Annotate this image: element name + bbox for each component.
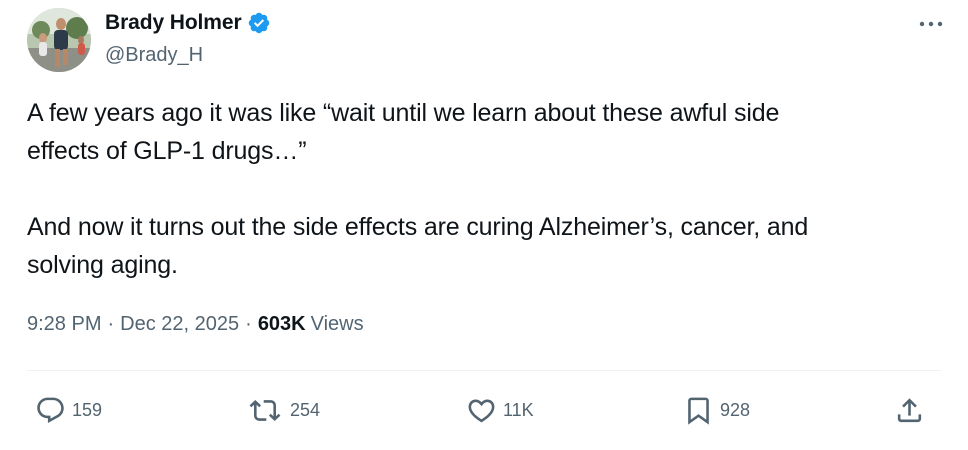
share-icon bbox=[894, 395, 925, 426]
meta-separator: · bbox=[245, 313, 252, 335]
more-options-icon[interactable] bbox=[916, 12, 946, 36]
author-name-row: Brady Holmer bbox=[105, 9, 271, 37]
like-icon bbox=[466, 395, 497, 426]
like-button[interactable]: 11K bbox=[466, 390, 534, 430]
bookmark-button[interactable]: 928 bbox=[683, 390, 750, 430]
tweet-date[interactable]: Dec 22, 2025 bbox=[120, 313, 239, 336]
avatar[interactable] bbox=[27, 8, 91, 72]
repost-icon bbox=[246, 395, 284, 426]
repost-button[interactable]: 254 bbox=[246, 390, 320, 430]
bookmark-count: 928 bbox=[720, 399, 751, 420]
author-handle[interactable]: @Brady_H bbox=[105, 44, 271, 67]
divider bbox=[27, 370, 941, 371]
reply-count: 159 bbox=[72, 399, 103, 420]
repost-count: 254 bbox=[290, 399, 321, 420]
tweet-card: Brady Holmer @Brady_H A few years ago it… bbox=[0, 0, 968, 450]
action-bar: 159 254 11K 928 bbox=[0, 390, 968, 430]
meta-separator: · bbox=[107, 313, 115, 335]
tweet-text: A few years ago it was like “wait until … bbox=[27, 99, 809, 279]
author-block: Brady Holmer @Brady_H bbox=[105, 9, 271, 67]
views-count[interactable]: 603K bbox=[258, 313, 306, 336]
tweet-time[interactable]: 9:28 PM bbox=[27, 313, 101, 336]
author-display-name[interactable]: Brady Holmer bbox=[105, 11, 242, 35]
reply-button[interactable]: 159 bbox=[35, 390, 102, 430]
avatar-image bbox=[27, 8, 91, 72]
share-button[interactable] bbox=[894, 390, 925, 430]
bookmark-icon bbox=[683, 395, 714, 426]
like-count: 11K bbox=[503, 399, 534, 420]
tweet-meta: 9:28 PM · Dec 22, 2025 · 603K Views bbox=[27, 313, 364, 336]
reply-icon bbox=[35, 395, 66, 426]
views-label[interactable]: Views bbox=[311, 313, 364, 336]
verified-badge-icon[interactable] bbox=[247, 11, 271, 35]
